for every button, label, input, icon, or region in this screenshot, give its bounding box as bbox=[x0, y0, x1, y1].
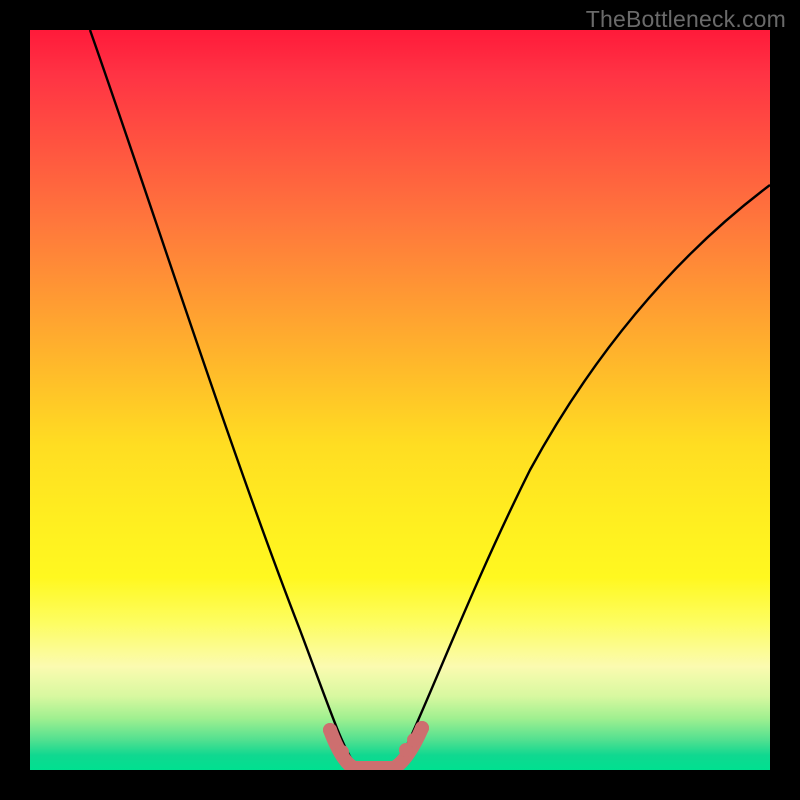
curve-overlay bbox=[30, 30, 770, 770]
plot-area bbox=[30, 30, 770, 770]
highlight-dot bbox=[407, 733, 421, 747]
bottleneck-curve bbox=[90, 30, 770, 768]
highlight-dot bbox=[335, 745, 349, 759]
highlight-dot bbox=[415, 721, 429, 735]
watermark-text: TheBottleneck.com bbox=[586, 6, 786, 33]
chart-container: TheBottleneck.com bbox=[0, 0, 800, 800]
highlight-dot bbox=[323, 723, 337, 737]
